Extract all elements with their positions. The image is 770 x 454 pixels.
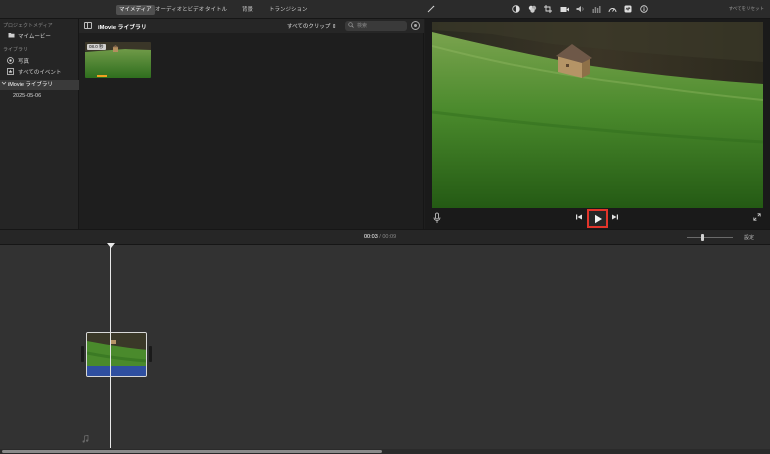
clip-audio-waveform[interactable] bbox=[87, 366, 146, 376]
star-icon bbox=[6, 68, 14, 79]
photos-icon bbox=[6, 57, 14, 68]
microphone-icon[interactable] bbox=[433, 212, 441, 224]
playhead[interactable] bbox=[110, 245, 111, 448]
sidebar-item-label: 写真 bbox=[18, 59, 30, 65]
color-correction-icon[interactable] bbox=[527, 4, 537, 14]
library-heading: ライブラリ bbox=[3, 47, 29, 53]
fullscreen-icon[interactable] bbox=[752, 213, 762, 223]
tab-titles[interactable]: タイトル bbox=[202, 5, 230, 15]
search-input[interactable] bbox=[357, 22, 405, 30]
media-browser: iMovie ライブラリ すべてのクリップ ⇕ 08.0 秒 bbox=[79, 19, 424, 229]
sidebar-item-event[interactable]: 2025-05-06 bbox=[0, 91, 79, 101]
sidebar-item-all-events[interactable]: すべてのイベント bbox=[0, 68, 79, 78]
playhead-marker[interactable] bbox=[107, 243, 115, 248]
timeline-header: 00:03 / 00:09 設定 bbox=[0, 229, 770, 245]
sidebar-item-imovie-library[interactable]: iMovie ライブラリ bbox=[0, 80, 79, 90]
clip-trim-handle-right[interactable] bbox=[149, 346, 152, 362]
folder-icon bbox=[7, 32, 15, 42]
horizontal-scrollbar-thumb[interactable] bbox=[2, 450, 382, 453]
tab-my-media[interactable]: マイメディア bbox=[116, 5, 155, 15]
skip-back-button[interactable] bbox=[574, 213, 584, 223]
search-icon bbox=[348, 22, 354, 30]
tab-audio-video[interactable]: オーディオとビデオ bbox=[152, 5, 207, 15]
info-icon[interactable] bbox=[639, 4, 649, 14]
speed-icon[interactable] bbox=[607, 4, 617, 14]
timeline[interactable] bbox=[0, 243, 770, 454]
sidebar-item-my-movie[interactable]: マイムービー bbox=[0, 32, 79, 42]
timeline-clip[interactable] bbox=[86, 332, 147, 377]
skip-forward-button[interactable] bbox=[610, 213, 620, 223]
sidebar-item-label: 2025-05-06 bbox=[13, 93, 42, 99]
clip-usage-bar bbox=[97, 75, 107, 77]
search-box[interactable] bbox=[345, 21, 407, 31]
viewer bbox=[425, 19, 770, 229]
project-media-heading: プロジェクトメディア bbox=[3, 23, 53, 29]
tab-transitions[interactable]: トランジション bbox=[266, 5, 311, 15]
sidebar-item-label: すべてのイベント bbox=[18, 70, 62, 76]
current-time: 00:03 bbox=[364, 234, 378, 240]
color-balance-icon[interactable] bbox=[511, 4, 521, 14]
sidebar-item-photos[interactable]: 写真 bbox=[0, 57, 79, 67]
volume-icon[interactable] bbox=[575, 4, 585, 14]
noise-reduction-icon[interactable] bbox=[623, 4, 633, 14]
timeline-settings-button[interactable]: 設定 bbox=[744, 234, 754, 241]
zoom-slider-handle[interactable] bbox=[701, 234, 704, 241]
tab-backgrounds[interactable]: 背景 bbox=[239, 5, 256, 15]
stabilization-icon[interactable] bbox=[559, 4, 569, 14]
browser-settings-icon[interactable] bbox=[411, 21, 420, 30]
browser-header: iMovie ライブラリ すべてのクリップ ⇕ bbox=[79, 19, 424, 33]
chevron-down-icon[interactable] bbox=[0, 80, 8, 90]
sidebar-item-label: マイムービー bbox=[18, 34, 51, 40]
sidebar-toggle-icon[interactable] bbox=[84, 22, 92, 29]
zoom-slider[interactable] bbox=[687, 237, 733, 238]
time-separator: / bbox=[379, 234, 381, 240]
top-toolbar: マイメディア オーディオとビデオ タイトル 背景 トランジション すべてをリセッ… bbox=[0, 0, 770, 19]
clip-thumbnail[interactable]: 08.0 秒 bbox=[85, 42, 151, 78]
reset-all-button[interactable]: すべてをリセット bbox=[729, 6, 764, 12]
crop-icon[interactable] bbox=[543, 4, 553, 14]
clip-trim-handle-left[interactable] bbox=[81, 346, 84, 362]
clip-filter-dropdown[interactable]: すべてのクリップ ⇕ bbox=[287, 22, 337, 30]
equalizer-icon[interactable] bbox=[591, 4, 601, 14]
library-title: iMovie ライブラリ bbox=[98, 25, 147, 31]
total-time: 00:09 bbox=[382, 234, 397, 240]
music-note-icon bbox=[82, 434, 89, 445]
video-preview bbox=[432, 22, 763, 208]
magic-wand-icon[interactable] bbox=[426, 4, 436, 14]
play-button[interactable] bbox=[587, 209, 608, 228]
clip-duration-badge: 08.0 秒 bbox=[87, 44, 106, 50]
sidebar-item-label: iMovie ライブラリ bbox=[8, 82, 53, 88]
play-icon bbox=[594, 214, 602, 223]
timecode: 00:03 / 00:09 bbox=[364, 234, 396, 240]
library-sidebar: プロジェクトメディア マイムービー ライブラリ 写真 すべてのイベント iMov… bbox=[0, 19, 79, 229]
